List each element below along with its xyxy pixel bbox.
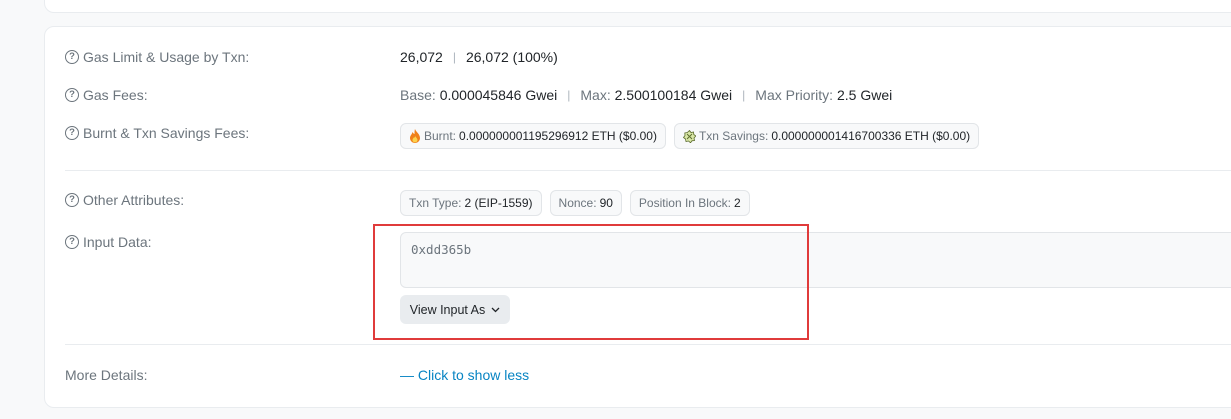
minus-icon: —: [400, 367, 414, 383]
chevron-down-icon: [491, 307, 500, 312]
separator: |: [742, 88, 746, 102]
input-data-label: ? Input Data:: [65, 234, 152, 250]
view-input-as-label: View Input As: [409, 302, 486, 317]
nonce-label: Nonce:: [558, 196, 597, 210]
burnt-savings-value: Burnt: 0.000000001195296912 ETH ($0.00) …: [400, 123, 987, 149]
gas-usage: 26,072 (100%): [465, 49, 558, 65]
burnt-badge: Burnt: 0.000000001195296912 ETH ($0.00): [400, 123, 666, 149]
nonce-value: 90: [599, 196, 613, 210]
max-priority-value: 2.5 Gwei: [836, 87, 893, 103]
txn-savings-badge: Txn Savings: 0.000000001416700336 ETH ($…: [673, 123, 980, 149]
other-attributes-label-text: Other Attributes:: [83, 192, 185, 208]
nonce-badge: Nonce: 90: [549, 190, 622, 216]
max-fee-label: Max:: [580, 87, 611, 103]
question-circle-icon[interactable]: ?: [65, 193, 79, 207]
divider: [65, 344, 1231, 345]
input-data-label-text: Input Data:: [83, 234, 152, 250]
position-label: Position In Block:: [638, 196, 731, 210]
divider: [65, 170, 1231, 171]
other-attributes-label: ? Other Attributes:: [65, 192, 184, 208]
question-circle-icon[interactable]: ?: [65, 126, 79, 140]
savings-icon: [682, 129, 696, 143]
separator: |: [452, 50, 456, 64]
txn-type-value: 2 (EIP-1559): [464, 196, 533, 210]
input-data-field[interactable]: 0xdd365b: [400, 232, 1231, 288]
burnt-value: 0.000000001195296912 ETH ($0.00): [459, 129, 657, 143]
max-fee-value: 2.500100184 Gwei: [614, 87, 733, 103]
input-data-value: 0xdd365b: [411, 242, 472, 257]
gas-limit-value: 26,072 | 26,072 (100%): [400, 49, 558, 65]
gas-limit-label-text: Gas Limit & Usage by Txn:: [83, 49, 250, 65]
question-circle-icon[interactable]: ?: [65, 235, 79, 249]
txn-savings-value: 0.000000001416700336 ETH ($0.00): [771, 129, 971, 143]
separator: |: [567, 88, 571, 102]
position-badge: Position In Block: 2: [629, 190, 750, 216]
fire-icon: [410, 129, 420, 143]
other-attributes-value: Txn Type: 2 (EIP-1559) Nonce: 90 Positio…: [400, 190, 758, 216]
transaction-details-card: ? Gas Limit & Usage by Txn: 26,072 | 26,…: [44, 26, 1231, 408]
gas-fees-label-text: Gas Fees:: [83, 87, 148, 103]
more-details-label-text: More Details:: [65, 367, 148, 383]
max-priority-label: Max Priority:: [755, 87, 834, 103]
show-less-link[interactable]: Click to show less: [418, 367, 529, 383]
txn-type-label: Txn Type:: [409, 196, 462, 210]
base-fee-value: 0.000045846 Gwei: [439, 87, 558, 103]
burnt-label: Burnt:: [424, 129, 457, 143]
position-value: 2: [733, 196, 741, 210]
gas-fees-value: Base: 0.000045846 Gwei | Max: 2.50010018…: [400, 87, 892, 103]
view-input-as-button[interactable]: View Input As: [400, 295, 510, 324]
burnt-savings-label-text: Burnt & Txn Savings Fees:: [83, 125, 250, 141]
gas-limit: 26,072: [400, 49, 443, 65]
question-circle-icon[interactable]: ?: [65, 50, 79, 64]
more-details-label: More Details:: [65, 367, 147, 383]
burnt-savings-label: ? Burnt & Txn Savings Fees:: [65, 125, 249, 141]
question-circle-icon[interactable]: ?: [65, 88, 79, 102]
previous-card: [44, 0, 1231, 13]
txn-type-badge: Txn Type: 2 (EIP-1559): [400, 190, 542, 216]
show-less-toggle[interactable]: — Click to show less: [400, 367, 529, 383]
txn-savings-label: Txn Savings:: [698, 129, 769, 143]
gas-limit-label: ? Gas Limit & Usage by Txn:: [65, 49, 249, 65]
gas-fees-label: ? Gas Fees:: [65, 87, 148, 103]
base-fee-label: Base:: [400, 87, 436, 103]
